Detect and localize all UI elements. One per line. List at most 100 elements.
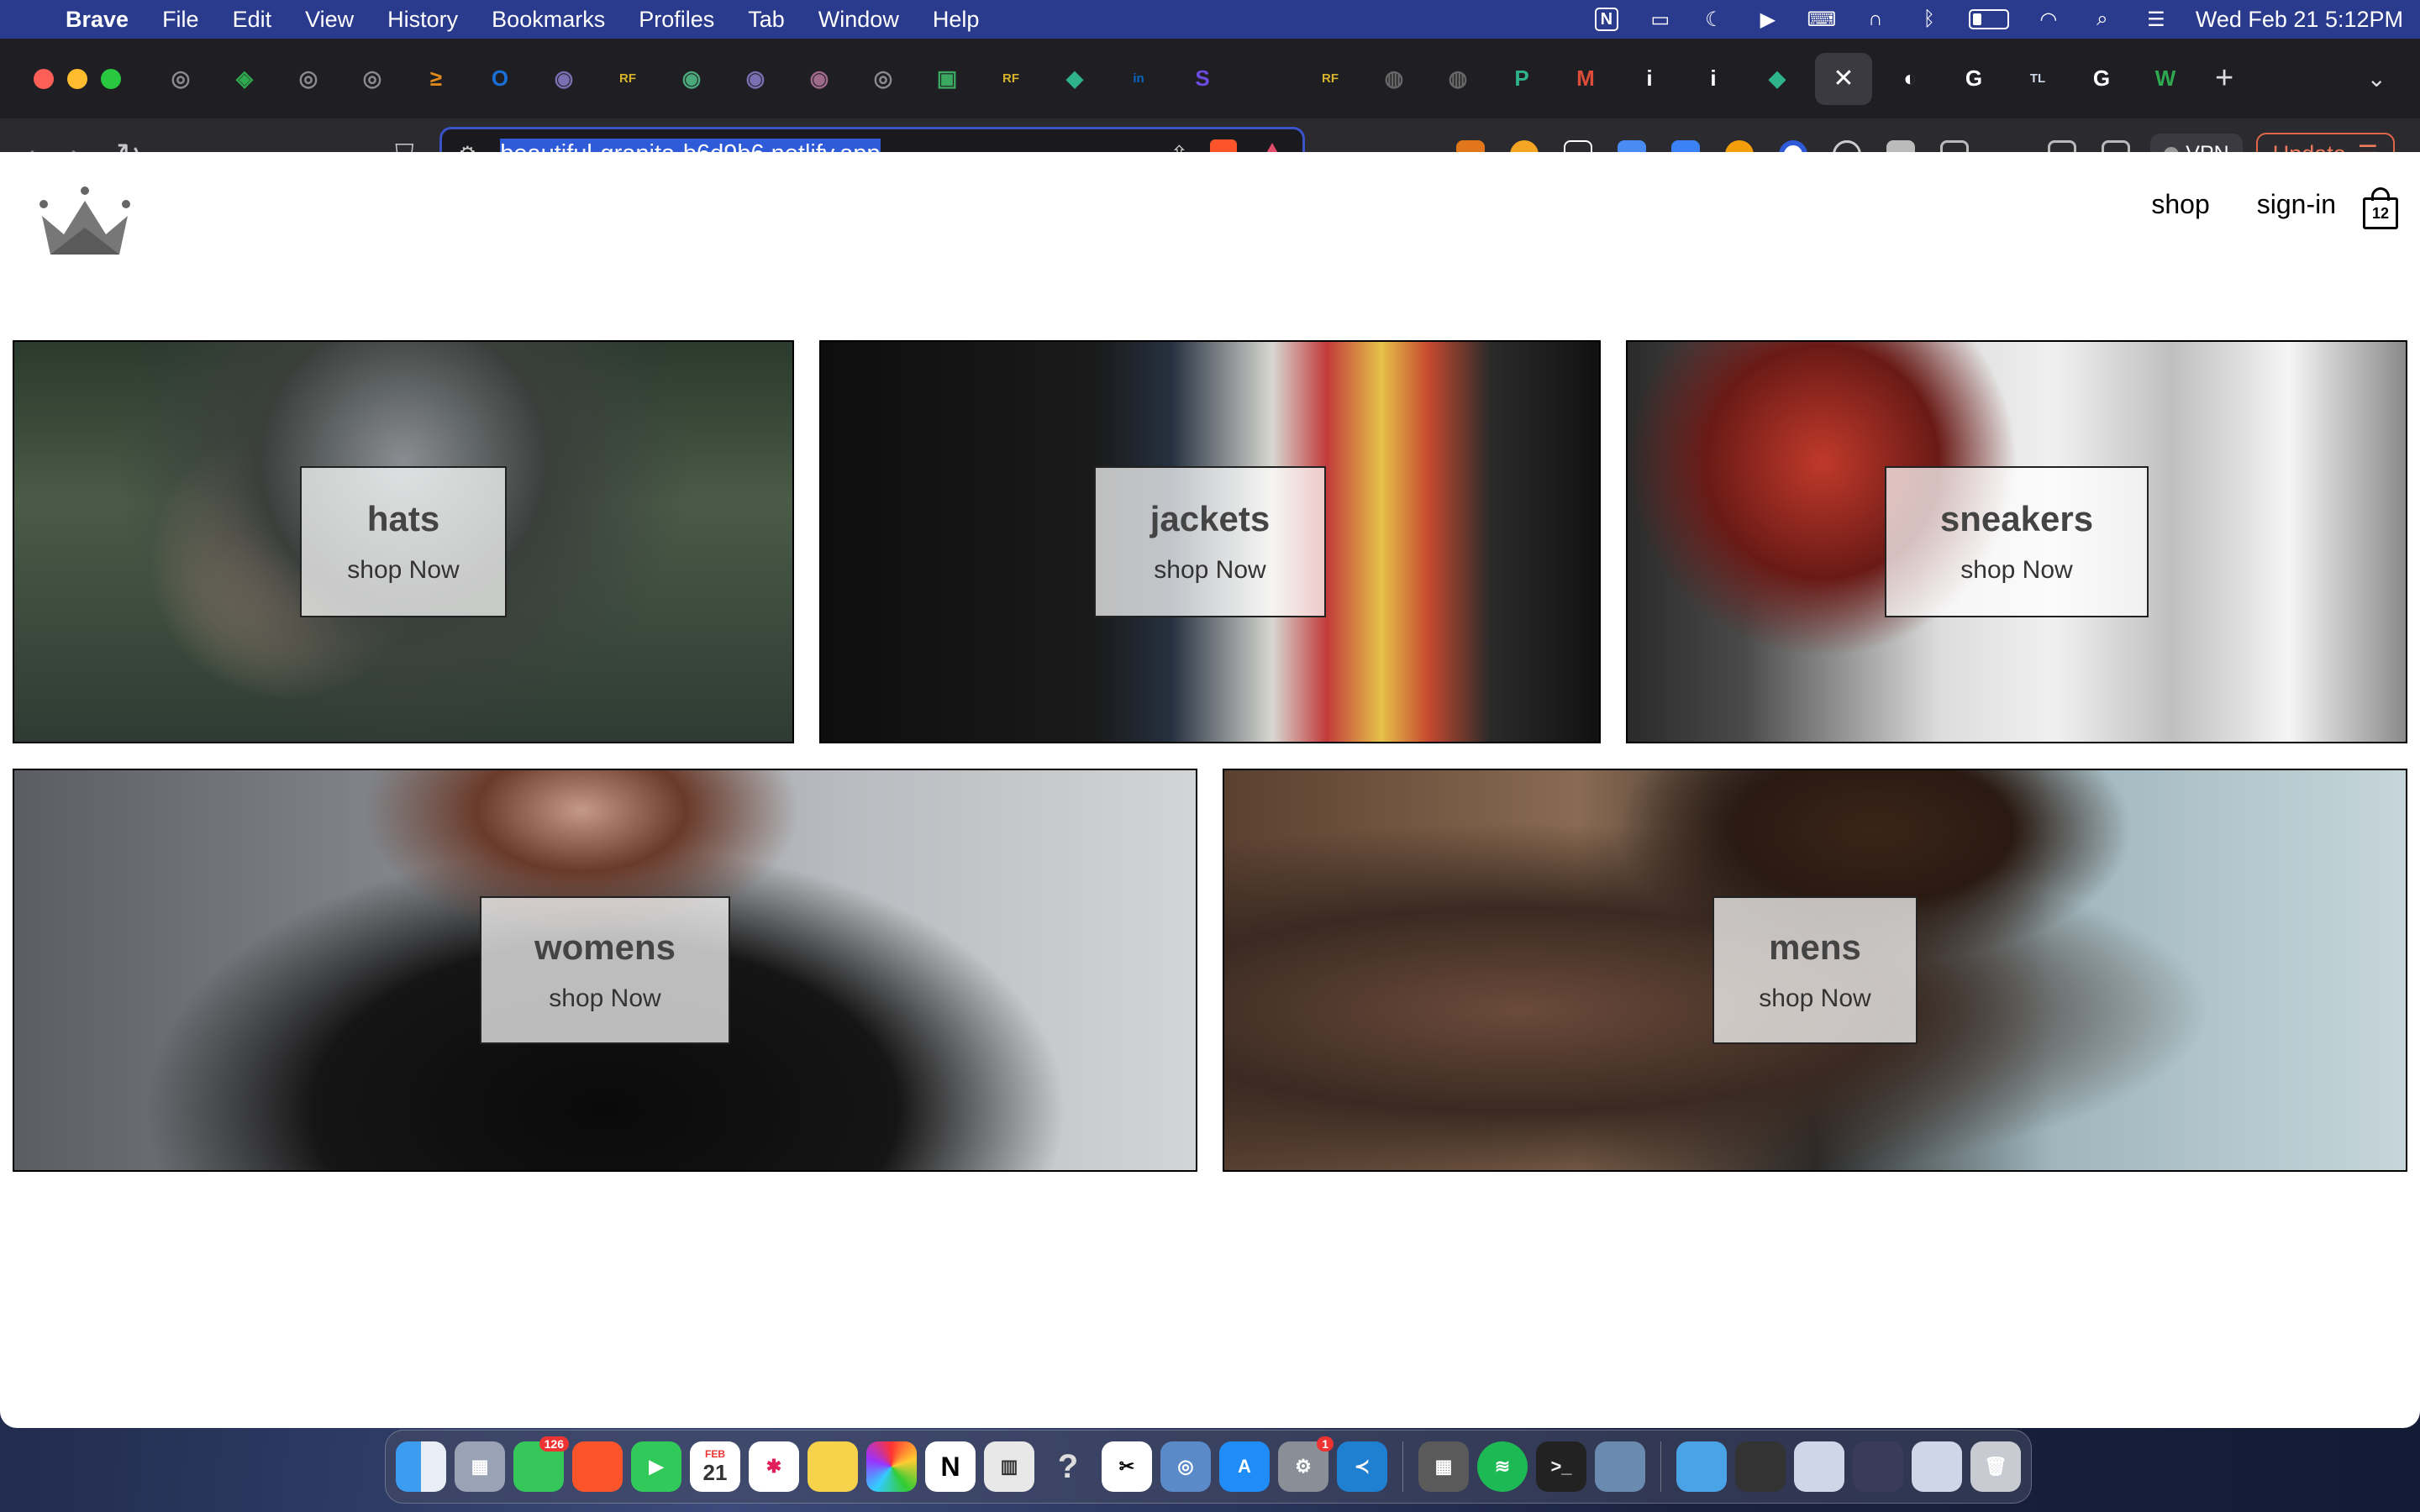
control-center-icon[interactable]: ☰ bbox=[2142, 8, 2170, 31]
mens-label-box[interactable]: mens shop Now bbox=[1712, 896, 1918, 1044]
tab[interactable]: RF bbox=[602, 53, 654, 105]
folder-icon[interactable] bbox=[1676, 1441, 1727, 1492]
tab[interactable]: RF bbox=[985, 53, 1037, 105]
menu-app-name[interactable]: Brave bbox=[66, 7, 129, 33]
tab[interactable]: in bbox=[1113, 53, 1165, 105]
tab[interactable]: M bbox=[1560, 53, 1612, 105]
category-tile-sneakers[interactable]: sneakers shop Now bbox=[1626, 340, 2407, 743]
launchpad-icon[interactable]: ▦ bbox=[455, 1441, 505, 1492]
tab-list-chevron-icon[interactable]: ⌄ bbox=[2367, 65, 2386, 92]
preview-icon[interactable] bbox=[1595, 1441, 1645, 1492]
hats-label-box[interactable]: hats shop Now bbox=[300, 466, 507, 617]
wifi-icon[interactable]: ◠ bbox=[2034, 8, 2063, 31]
minimized-window-icon[interactable] bbox=[1794, 1441, 1844, 1492]
nav-shop-link[interactable]: shop bbox=[2151, 189, 2209, 220]
menu-profiles[interactable]: Profiles bbox=[639, 7, 714, 33]
menu-help[interactable]: Help bbox=[933, 7, 980, 33]
tab[interactable]: S bbox=[1176, 53, 1228, 105]
tab[interactable]: ◈ bbox=[218, 53, 271, 105]
tab[interactable]: ◎ bbox=[155, 53, 207, 105]
tab-active[interactable]: ✕ bbox=[1815, 52, 1872, 105]
tab[interactable]: ◆ bbox=[1751, 53, 1803, 105]
nav-sign-in-link[interactable]: sign-in bbox=[2257, 189, 2336, 220]
notion-icon[interactable]: N bbox=[1592, 8, 1621, 31]
photos-icon[interactable] bbox=[866, 1441, 917, 1492]
battery-icon[interactable] bbox=[1968, 9, 2009, 29]
tab[interactable]: RF bbox=[1304, 53, 1356, 105]
minimize-window-button[interactable] bbox=[67, 68, 87, 89]
shop-now-link[interactable]: shop Now bbox=[1759, 984, 1870, 1013]
tab[interactable]: ◆ bbox=[1049, 53, 1101, 105]
tab[interactable]: ◍ bbox=[1368, 53, 1420, 105]
shop-now-link[interactable]: shop Now bbox=[1154, 556, 1265, 585]
keyboard-icon[interactable]: ⌨ bbox=[1807, 8, 1837, 31]
tab[interactable]: TL bbox=[2012, 53, 2064, 105]
notion-dock-icon[interactable]: N bbox=[925, 1441, 976, 1492]
tab[interactable] bbox=[1240, 53, 1292, 105]
search-icon[interactable]: ⌕ bbox=[2088, 8, 2117, 31]
tab[interactable]: W bbox=[2139, 53, 2191, 105]
menu-edit[interactable]: Edit bbox=[233, 7, 272, 33]
close-window-button[interactable] bbox=[34, 68, 54, 89]
minimized-window-icon[interactable] bbox=[1735, 1441, 1786, 1492]
menu-file[interactable]: File bbox=[162, 7, 199, 33]
brave-browser-icon[interactable] bbox=[572, 1441, 623, 1492]
tab[interactable]: ≥ bbox=[410, 53, 462, 105]
shop-now-link[interactable]: shop Now bbox=[347, 556, 459, 585]
spotify-icon[interactable]: ≋ bbox=[1477, 1441, 1528, 1492]
tab[interactable]: ◉ bbox=[793, 53, 845, 105]
womens-label-box[interactable]: womens shop Now bbox=[480, 896, 730, 1044]
help-icon[interactable]: ? bbox=[1043, 1441, 1093, 1492]
calendar-icon[interactable]: FEB 21 bbox=[690, 1441, 740, 1492]
crown-logo-icon[interactable] bbox=[39, 186, 131, 261]
tab[interactable]: ◉ bbox=[538, 53, 590, 105]
tab[interactable]: O bbox=[474, 53, 526, 105]
category-tile-mens[interactable]: mens shop Now bbox=[1223, 769, 2407, 1172]
messages-icon[interactable]: 126 bbox=[513, 1436, 569, 1492]
headphones-icon[interactable]: ∩ bbox=[1861, 8, 1890, 31]
play-icon[interactable]: ▶ bbox=[1754, 8, 1782, 31]
new-tab-button[interactable]: + bbox=[2215, 60, 2233, 97]
category-tile-jackets[interactable]: jackets shop Now bbox=[819, 340, 1601, 743]
tab[interactable]: ▣ bbox=[921, 53, 973, 105]
tab[interactable]: ◍ bbox=[1432, 53, 1484, 105]
tab[interactable]: ◉ bbox=[729, 53, 781, 105]
app-icon[interactable]: ▥ bbox=[984, 1441, 1034, 1492]
capcut-icon[interactable]: ✂ bbox=[1102, 1441, 1152, 1492]
menu-view[interactable]: View bbox=[305, 7, 354, 33]
tab[interactable]: ◐ bbox=[1884, 53, 1936, 105]
menu-bookmarks[interactable]: Bookmarks bbox=[492, 7, 605, 33]
calculator-icon[interactable]: ▦ bbox=[1418, 1441, 1469, 1492]
tab[interactable]: i bbox=[1687, 53, 1739, 105]
category-tile-womens[interactable]: womens shop Now bbox=[13, 769, 1197, 1172]
quicktime-icon[interactable]: ◎ bbox=[1160, 1441, 1211, 1492]
minimized-window-icon[interactable] bbox=[1912, 1441, 1962, 1492]
bluetooth-icon[interactable]: ᛒ bbox=[1915, 8, 1944, 31]
vscode-icon[interactable]: ≺ bbox=[1337, 1441, 1387, 1492]
tab[interactable]: ◉ bbox=[666, 53, 718, 105]
finder-icon[interactable] bbox=[396, 1441, 446, 1492]
zoom-window-button[interactable] bbox=[101, 68, 121, 89]
tab[interactable]: ◎ bbox=[857, 53, 909, 105]
tab[interactable]: ◎ bbox=[282, 53, 334, 105]
facetime-icon[interactable]: ▶ bbox=[631, 1441, 681, 1492]
tab[interactable]: P bbox=[1496, 53, 1548, 105]
minimized-window-icon[interactable] bbox=[1853, 1441, 1903, 1492]
shop-now-link[interactable]: shop Now bbox=[1960, 556, 2072, 585]
category-tile-hats[interactable]: hats shop Now bbox=[13, 340, 794, 743]
close-tab-icon[interactable]: ✕ bbox=[1833, 64, 1854, 93]
sneakers-label-box[interactable]: sneakers shop Now bbox=[1885, 466, 2149, 617]
display-icon[interactable]: ▭ bbox=[1646, 8, 1675, 31]
cart-icon[interactable]: 12 bbox=[2361, 187, 2400, 229]
menubar-clock[interactable]: Wed Feb 21 5:12PM bbox=[2196, 7, 2403, 33]
tab[interactable]: i bbox=[1623, 53, 1676, 105]
shop-now-link[interactable]: shop Now bbox=[549, 984, 660, 1013]
slack-icon[interactable]: ✱ bbox=[749, 1441, 799, 1492]
terminal-icon[interactable]: >_ bbox=[1536, 1441, 1586, 1492]
tab[interactable]: G bbox=[2075, 53, 2128, 105]
jackets-label-box[interactable]: jackets shop Now bbox=[1094, 466, 1326, 617]
app-store-icon[interactable]: A bbox=[1219, 1441, 1270, 1492]
trash-icon[interactable]: 🗑 bbox=[1970, 1441, 2021, 1492]
menu-window[interactable]: Window bbox=[818, 7, 899, 33]
tab[interactable]: G bbox=[1948, 53, 2000, 105]
